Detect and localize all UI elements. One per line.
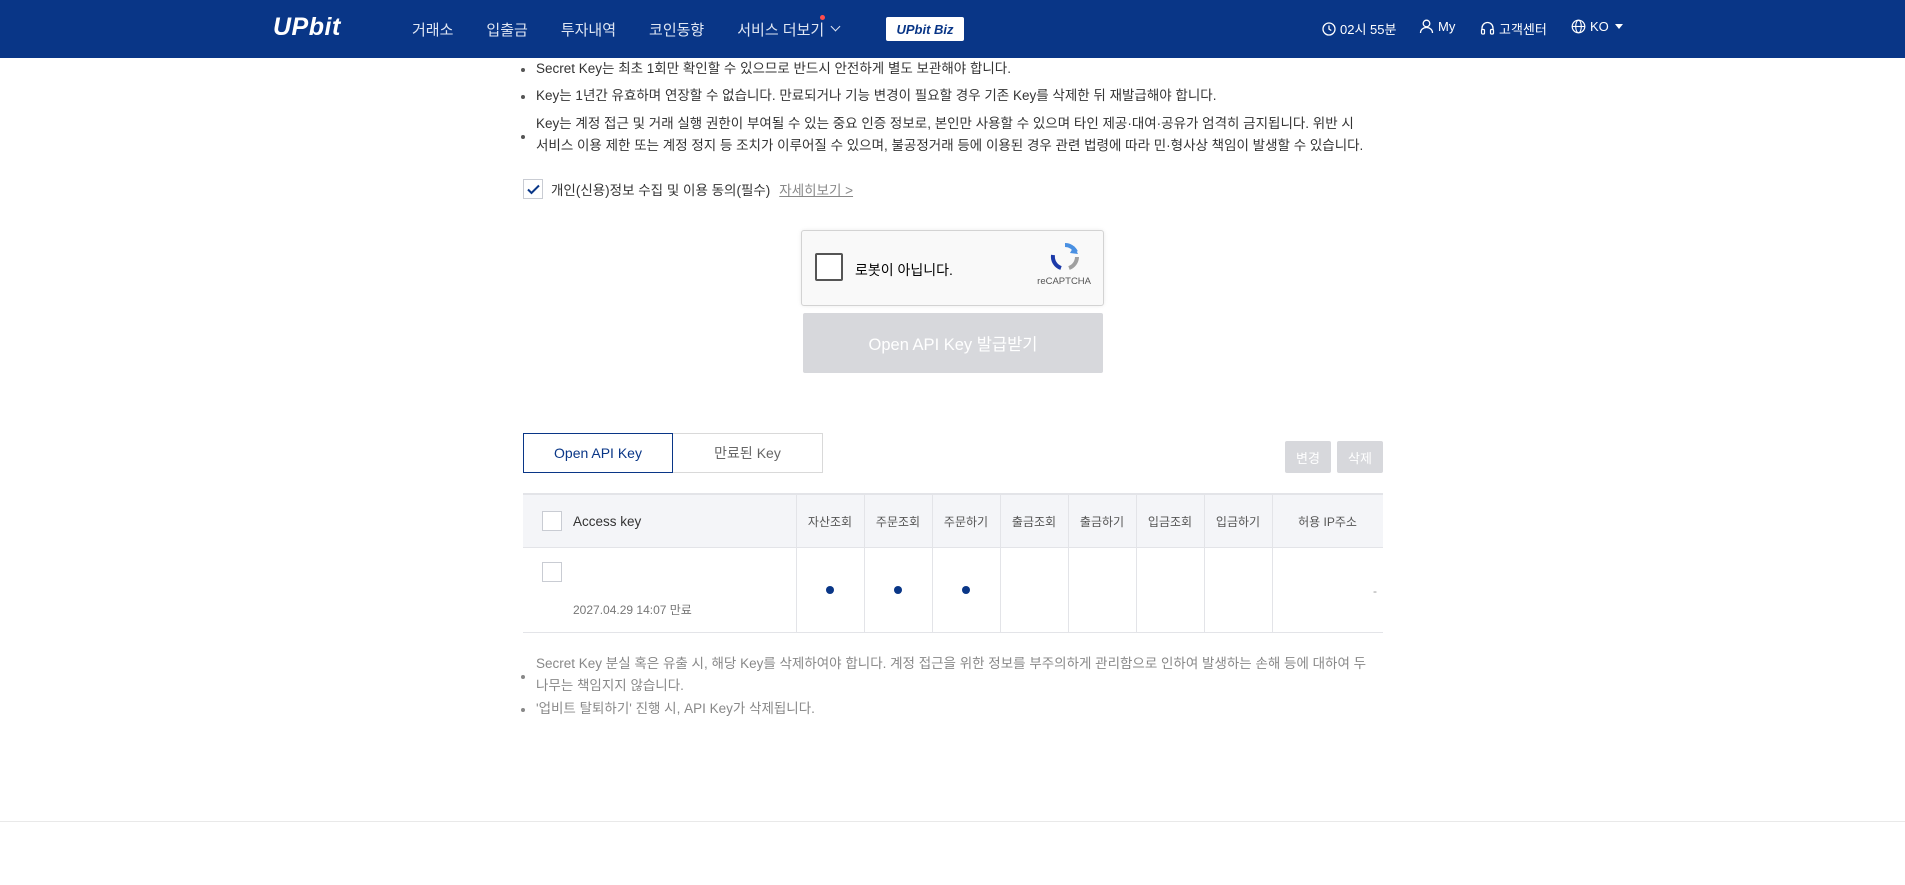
check-icon — [526, 184, 540, 194]
bullet-icon — [521, 708, 525, 712]
bullet-icon — [521, 135, 525, 139]
notice-item: Secret Key는 최초 1회만 확인할 수 있으므로 반드시 안전하게 별… — [521, 58, 1383, 80]
issue-api-key-button[interactable]: Open API Key 발급받기 — [803, 313, 1103, 373]
consent-checkbox[interactable] — [523, 179, 543, 199]
notification-dot — [820, 14, 826, 20]
caret-down-icon — [1614, 24, 1623, 29]
clock-display: 02시 55분 — [1322, 19, 1396, 38]
customer-center-label: 고객센터 — [1499, 22, 1547, 37]
col-withdraw-view: 출금조회 — [1011, 515, 1057, 529]
permission-on-icon — [826, 586, 834, 594]
upbit-logo[interactable]: UPbit — [273, 13, 341, 42]
col-divider — [932, 548, 933, 632]
tab-open-api-key[interactable]: Open API Key — [523, 433, 673, 473]
change-button[interactable]: 변경 — [1285, 441, 1331, 473]
customer-center-link[interactable]: 고객센터 — [1480, 19, 1547, 38]
col-withdraw: 출금하기 — [1079, 515, 1125, 529]
recaptcha-brand: reCAPTCHA — [1037, 276, 1091, 287]
col-divider — [1272, 548, 1273, 632]
col-divider — [1204, 548, 1205, 632]
main-nav: 거래소 입출금 투자내역 코인동향 서비스 더보기 — [412, 0, 872, 58]
nav-exchange[interactable]: 거래소 — [412, 19, 453, 40]
col-asset-view: 자산조회 — [807, 515, 853, 529]
bullet-icon — [521, 68, 525, 72]
upbit-biz-button[interactable]: UPbit Biz — [886, 17, 964, 41]
clock-text: 02시 55분 — [1340, 22, 1397, 37]
headset-icon — [1480, 21, 1495, 35]
permission-on-icon — [962, 586, 970, 594]
row-checkbox[interactable] — [542, 562, 562, 582]
consent-details-link[interactable]: 자세히보기 > — [779, 179, 853, 199]
allowed-ip-value: - — [1373, 584, 1377, 598]
my-label: My — [1438, 19, 1456, 34]
globe-icon — [1571, 19, 1586, 34]
notice-item: Key는 1년간 유효하며 연장할 수 없습니다. 만료되거나 기능 변경이 필… — [521, 85, 1383, 107]
bullet-icon — [521, 675, 525, 679]
footer-divider — [0, 821, 1905, 822]
nav-investments[interactable]: 투자내역 — [561, 19, 616, 40]
col-allowed-ip: 허용 IP주소 — [1298, 515, 1357, 529]
col-order: 주문하기 — [943, 515, 989, 529]
delete-button[interactable]: 삭제 — [1337, 441, 1383, 473]
notice-item: '업비트 탈퇴하기' 진행 시, API Key가 삭제됩니다. — [521, 698, 1383, 720]
chevron-down-icon — [830, 21, 841, 31]
user-icon — [1419, 19, 1434, 34]
recaptcha-logo-icon — [1050, 242, 1079, 270]
tab-expired-key[interactable]: 만료된 Key — [673, 433, 823, 473]
key-expire-date: 2027.04.29 14:07 만료 — [573, 603, 692, 617]
bullet-icon — [521, 95, 525, 99]
privacy-consent: 개인(신용)정보 수집 및 이용 동의(필수) 자세히보기 > — [523, 179, 853, 199]
top-header: UPbit 거래소 입출금 투자내역 코인동향 서비스 더보기 UPbit Bi… — [0, 0, 1905, 58]
col-divider — [1068, 548, 1069, 632]
permission-on-icon — [894, 586, 902, 594]
table-row: 2027.04.29 14:07 만료 - — [523, 548, 1383, 633]
my-menu[interactable]: My — [1419, 19, 1455, 34]
language-label: KO — [1590, 19, 1609, 34]
recaptcha-widget: 로봇이 아닙니다. reCAPTCHA — [801, 230, 1104, 306]
col-order-view: 주문조회 — [875, 515, 921, 529]
col-divider — [1000, 548, 1001, 632]
api-key-table-header: Access key 자산조회 주문조회 주문하기 출금조회 출금하기 입금조회… — [523, 493, 1383, 548]
nav-deposit-withdraw[interactable]: 입출금 — [486, 19, 527, 40]
nav-coin-trends[interactable]: 코인동향 — [649, 19, 704, 40]
select-all-checkbox[interactable] — [542, 511, 562, 531]
notice-item: Secret Key 분실 혹은 유출 시, 해당 Key를 삭제하여야 합니다… — [521, 653, 1383, 697]
language-selector[interactable]: KO — [1571, 19, 1623, 34]
col-access-key: Access key — [573, 514, 642, 529]
recaptcha-label: 로봇이 아닙니다. — [855, 262, 953, 278]
notice-item: Key는 계정 접근 및 거래 실행 권한이 부여될 수 있는 중요 인증 정보… — [521, 113, 1383, 157]
col-deposit: 입금하기 — [1215, 515, 1261, 529]
col-divider — [796, 548, 797, 632]
clock-icon — [1322, 21, 1336, 36]
col-divider — [864, 548, 865, 632]
col-deposit-view: 입금조회 — [1147, 515, 1193, 529]
col-divider — [1136, 548, 1137, 632]
consent-label: 개인(신용)정보 수집 및 이용 동의(필수) — [551, 183, 771, 198]
nav-more-services-label: 서비스 더보기 — [737, 21, 825, 39]
nav-more-services[interactable]: 서비스 더보기 — [737, 14, 841, 40]
recaptcha-checkbox[interactable] — [815, 253, 843, 281]
